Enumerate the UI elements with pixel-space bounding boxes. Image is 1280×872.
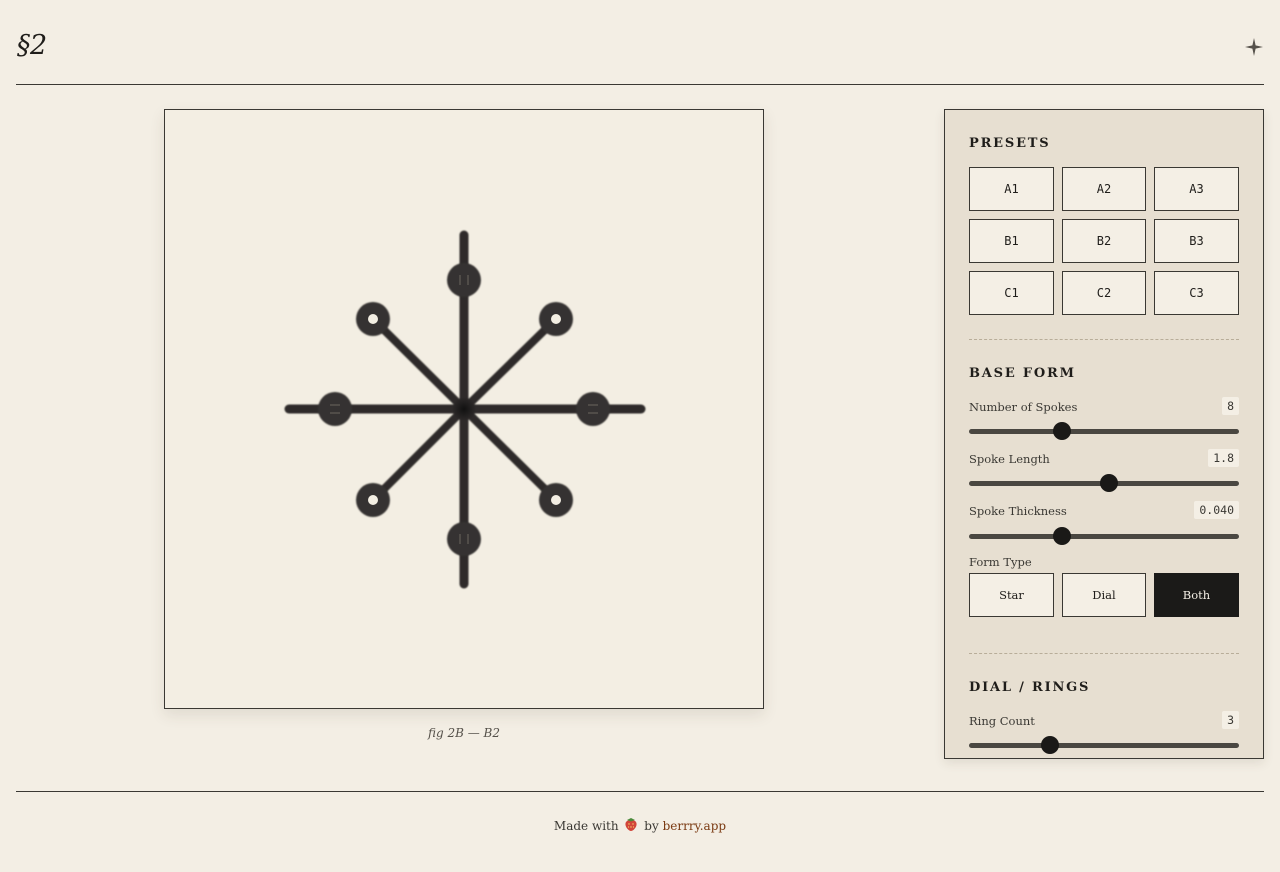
footer-made-with: Made with [553,819,619,833]
spoke-diagonal-sw [369,405,468,504]
sparkle-icon[interactable] [1243,36,1265,58]
preset-button-c3[interactable]: C3 [1154,271,1239,315]
length-slider[interactable] [969,474,1239,492]
strawberry-icon [624,816,638,835]
preset-button-b2[interactable]: B2 [1062,219,1146,263]
form-type-toggle: Star Dial Both [969,573,1239,617]
slider-thumb[interactable] [1041,736,1059,754]
slider-thumb[interactable] [1099,474,1118,492]
slider-track [969,429,1239,434]
hub-center [452,397,476,421]
base-form-title: BASE FORM [969,366,1076,381]
thickness-slider[interactable] [969,527,1239,545]
control-panel: PRESETS A1 A2 A3 B1 B2 B3 C1 C2 C3 BASE … [944,109,1264,759]
ring-count-label: Ring Count [969,714,1035,728]
spoke-diagonal-ne [460,315,560,413]
slider-track [969,534,1239,539]
spokes-slider[interactable] [969,422,1239,440]
section-divider [969,339,1239,340]
preset-grid: A1 A2 A3 B1 B2 B3 C1 C2 C3 [969,167,1239,315]
glyph-canvas[interactable] [164,109,764,709]
slider-thumb[interactable] [1053,527,1072,545]
node-right [576,392,610,426]
preset-button-a1[interactable]: A1 [969,167,1054,211]
footer: Made with by berrry.app [0,816,1280,835]
footer-link[interactable]: berrry.app [663,819,727,833]
header-divider [16,84,1264,85]
footer-divider [16,791,1264,792]
preset-button-a2[interactable]: A2 [1062,167,1146,211]
page-title: §2 [17,30,47,61]
form-type-label: Form Type [969,555,1032,569]
preset-button-c1[interactable]: C1 [969,271,1054,315]
spokes-label: Number of Spokes [969,400,1078,414]
preset-button-b3[interactable]: B3 [1154,219,1239,263]
slider-track [969,743,1239,748]
spokes-value: 8 [1222,397,1239,415]
node-top [447,263,481,297]
section-divider [969,653,1239,654]
length-label: Spoke Length [969,452,1050,466]
form-type-both-button[interactable]: Both [1154,573,1239,617]
preset-button-c2[interactable]: C2 [1062,271,1146,315]
footer-by: by [644,819,659,833]
thickness-value: 0.040 [1194,501,1239,519]
form-type-dial-button[interactable]: Dial [1062,573,1146,617]
slider-thumb[interactable] [1053,422,1072,440]
spoke-diagonal-se [460,405,560,504]
preset-button-a3[interactable]: A3 [1154,167,1239,211]
ring-count-value: 3 [1222,711,1239,729]
length-value: 1.8 [1208,449,1239,467]
node-bottom [447,522,481,556]
dial-rings-title: DIAL / RINGS [969,680,1091,695]
preset-button-b1[interactable]: B1 [969,219,1054,263]
thickness-label: Spoke Thickness [969,504,1067,518]
glyph-drawing [284,230,646,589]
spoke-diagonal-nw [369,315,468,413]
form-type-star-button[interactable]: Star [969,573,1054,617]
node-left [318,392,352,426]
ring-count-slider[interactable] [969,736,1239,754]
presets-title: PRESETS [969,136,1051,151]
figure-caption: fig 2B — B2 [427,726,501,740]
